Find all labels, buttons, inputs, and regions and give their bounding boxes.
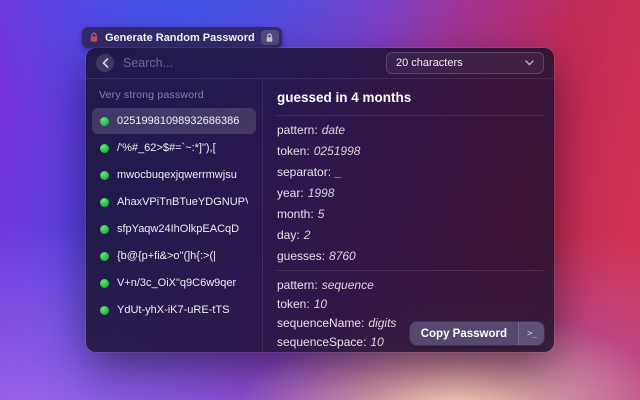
enter-key-icon: >_ xyxy=(518,322,544,345)
detail-row: separator: _ xyxy=(277,165,544,179)
green-dot-icon xyxy=(100,279,109,288)
detail-row: token: 0251998 xyxy=(277,144,544,158)
detail-divider xyxy=(277,270,544,271)
password-text: sfpYaqw24IhOlkpEACqD xyxy=(117,223,239,235)
dropdown-value: 20 characters xyxy=(396,57,463,69)
green-dot-icon xyxy=(100,198,109,207)
detail-value: 10 xyxy=(314,297,327,311)
search-bar: 20 characters xyxy=(86,48,554,78)
green-dot-icon xyxy=(100,117,109,126)
list-item[interactable]: YdUt-yhX-iK7-uRE-tTS xyxy=(92,297,256,323)
password-text: /'%#_62>$#=`~:*]"),[ xyxy=(117,142,216,154)
copy-password-button[interactable]: Copy Password >_ xyxy=(410,322,544,345)
green-dot-icon xyxy=(100,225,109,234)
command-tag-label: Generate Random Password xyxy=(105,32,255,44)
list-item[interactable]: /'%#_62>$#=`~:*]"),[ xyxy=(92,135,256,161)
green-dot-icon xyxy=(100,144,109,153)
password-text: mwocbuqexjqwerrmwjsu xyxy=(117,169,237,181)
detail-value: digits xyxy=(368,316,396,330)
detail-label: day: xyxy=(277,228,300,242)
password-text: AhaxVPiTnBTueYDGNUPV xyxy=(117,196,248,208)
detail-label: sequenceSpace: xyxy=(277,335,366,349)
detail-row: month: 5 xyxy=(277,207,544,221)
detail-value: sequence xyxy=(322,278,374,292)
detail-label: guesses: xyxy=(277,249,325,263)
detail-value: 10 xyxy=(370,335,383,349)
green-dot-icon xyxy=(100,171,109,180)
password-text: V+n/3c_OiX"q9C6w9qer xyxy=(117,277,236,289)
password-list: Very strong password 0251998109893268638… xyxy=(86,79,262,352)
detail-value: 1998 xyxy=(308,186,335,200)
list-item[interactable]: V+n/3c_OiX"q9C6w9qer xyxy=(92,270,256,296)
chevron-down-icon xyxy=(525,60,534,66)
list-item[interactable]: AhaxVPiTnBTueYDGNUPV xyxy=(92,189,256,215)
password-text: YdUt-yhX-iK7-uRE-tTS xyxy=(117,304,229,316)
detail-label: month: xyxy=(277,207,314,221)
detail-label: token: xyxy=(277,144,310,158)
detail-row: pattern: sequence xyxy=(277,278,544,292)
character-count-dropdown[interactable]: 20 characters xyxy=(386,52,544,74)
command-tag[interactable]: Generate Random Password xyxy=(82,27,282,48)
password-text: {b@{p+fi&>o"(]h{:>(| xyxy=(117,250,216,262)
password-text: 02519981098932686386 xyxy=(117,115,239,127)
detail-label: pattern: xyxy=(277,123,318,137)
search-input[interactable] xyxy=(123,56,377,70)
detail-row: token: 10 xyxy=(277,297,544,311)
tag-lock-badge xyxy=(261,30,279,45)
detail-value: 8760 xyxy=(329,249,356,263)
lock-icon xyxy=(89,32,99,43)
detail-value: 5 xyxy=(318,207,325,221)
lock-icon xyxy=(265,33,274,43)
green-dot-icon xyxy=(100,306,109,315)
detail-row: year: 1998 xyxy=(277,186,544,200)
detail-label: sequenceName: xyxy=(277,316,364,330)
list-item[interactable]: {b@{p+fi&>o"(]h{:>(| xyxy=(92,243,256,269)
window-body: Very strong password 0251998109893268638… xyxy=(86,79,554,352)
detail-divider xyxy=(277,115,544,116)
chevron-left-icon xyxy=(102,58,109,68)
list-item[interactable]: 02519981098932686386 xyxy=(92,108,256,134)
list-item[interactable]: mwocbuqexjqwerrmwjsu xyxy=(92,162,256,188)
detail-value: _ xyxy=(335,165,342,179)
green-dot-icon xyxy=(100,252,109,261)
detail-label: year: xyxy=(277,186,304,200)
back-button[interactable] xyxy=(96,54,114,72)
detail-label: separator: xyxy=(277,165,331,179)
copy-password-label: Copy Password xyxy=(410,328,518,340)
app-window: 20 characters Very strong password 02519… xyxy=(86,48,554,352)
detail-label: pattern: xyxy=(277,278,318,292)
detail-row: day: 2 xyxy=(277,228,544,242)
detail-row: guesses: 8760 xyxy=(277,249,544,263)
detail-value: date xyxy=(322,123,345,137)
detail-value: 2 xyxy=(304,228,311,242)
detail-panel: guessed in 4 months pattern: date token: 0… xyxy=(263,79,554,352)
detail-value: 0251998 xyxy=(314,144,361,158)
detail-row: pattern: date xyxy=(277,123,544,137)
list-section-header: Very strong password xyxy=(99,89,249,101)
detail-label: token: xyxy=(277,297,310,311)
detail-title: guessed in 4 months xyxy=(277,87,544,112)
list-item[interactable]: sfpYaqw24IhOlkpEACqD xyxy=(92,216,256,242)
